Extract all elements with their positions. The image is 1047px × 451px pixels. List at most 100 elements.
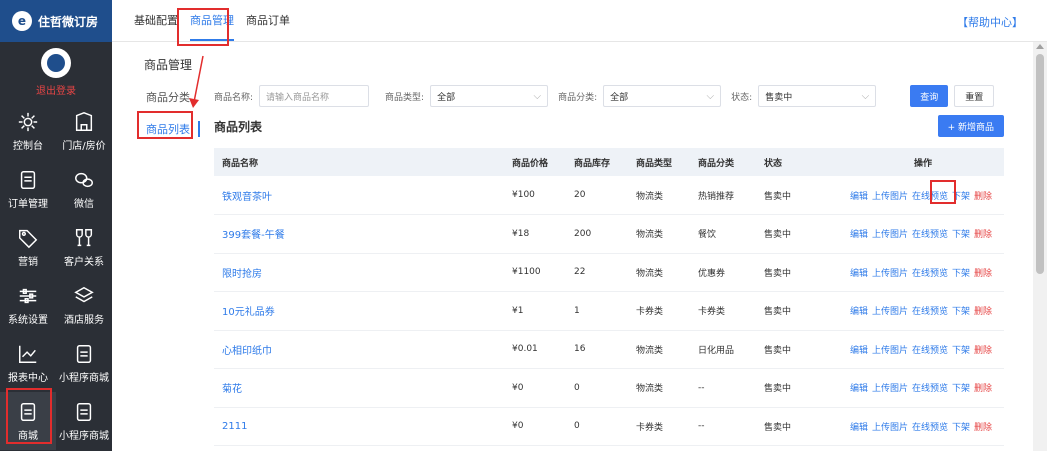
preview-link[interactable]: 在线预览 (912, 384, 948, 394)
edit-link[interactable]: 编辑 (850, 384, 868, 394)
add-product-button[interactable]: + 新增商品 (937, 115, 1004, 137)
delete-link[interactable]: 删除 (974, 307, 992, 317)
delete-link[interactable]: 删除 (974, 192, 992, 202)
top-nav: 基础配置 商品管理 商品订单 【帮助中心】 (112, 0, 1047, 42)
offshelf-link[interactable]: 下架 (952, 346, 970, 356)
table-row: 2111 ¥0 0 卡券类 -- 售卖中 编辑 上传图片 在线预览 下架 删除 (214, 407, 1004, 446)
avatar[interactable] (41, 47, 71, 78)
offshelf-link[interactable]: 下架 (952, 192, 970, 202)
preview-link[interactable]: 在线预览 (912, 423, 948, 433)
product-name-link[interactable]: 399套餐-午餐 (214, 215, 504, 254)
edit-link[interactable]: 编辑 (850, 230, 868, 240)
preview-link[interactable]: 在线预览 (912, 346, 948, 356)
product-name-link[interactable]: 心相印纸巾 (214, 330, 504, 369)
upload-image-link[interactable]: 上传图片 (872, 384, 908, 394)
col-actions: 操作 (913, 158, 932, 169)
product-status: 售卖中 (764, 384, 792, 395)
sidebar-item-mall[interactable]: 商城 (0, 392, 56, 450)
product-status: 售卖中 (764, 191, 792, 202)
product-price: ¥18 (512, 228, 530, 239)
upload-image-link[interactable]: 上传图片 (872, 346, 908, 356)
sidebar-item-wechat[interactable]: 微信 (56, 160, 112, 218)
delete-link[interactable]: 删除 (974, 269, 992, 279)
subnav-item-list[interactable]: 商品列表 (124, 121, 200, 137)
product-price: ¥1100 (512, 267, 541, 278)
preview-link[interactable]: 在线预览 (912, 269, 948, 279)
upload-image-link[interactable]: 上传图片 (872, 230, 908, 240)
product-status: 售卖中 (764, 345, 792, 356)
sidebar-item-marketing[interactable]: 营销 (0, 218, 56, 276)
upload-image-link[interactable]: 上传图片 (872, 423, 908, 433)
brand-bar: e 住哲微订房 (0, 0, 112, 42)
edit-link[interactable]: 编辑 (850, 307, 868, 317)
tab-product-orders[interactable]: 商品订单 (240, 0, 296, 41)
product-category: 日化用品 (698, 345, 735, 356)
scroll-up-icon[interactable] (1036, 44, 1044, 49)
row-actions: 编辑 上传图片 在线预览 下架 删除 (834, 253, 1004, 292)
delete-link[interactable]: 删除 (974, 384, 992, 394)
subnav-title: 商品管理 (144, 58, 193, 72)
product-name-link[interactable]: 限时抢房 (214, 253, 504, 292)
sidebar-item-label: 控制台 (13, 140, 43, 152)
filter-type-label: 商品类型: (385, 92, 425, 103)
sidebar-item-label: 营销 (18, 256, 38, 268)
reset-button[interactable]: 重置 (954, 85, 995, 107)
product-name-link[interactable]: 铁观音茶叶 (214, 176, 504, 215)
order-icon (20, 170, 36, 189)
sidebar-item-settings[interactable]: 系统设置 (0, 276, 56, 334)
product-type: 物流类 (636, 268, 664, 279)
scrollbar[interactable] (1033, 42, 1047, 451)
offshelf-link[interactable]: 下架 (952, 423, 970, 433)
delete-link[interactable]: 删除 (974, 230, 992, 240)
status-select[interactable]: 售卖中 ⌵ (758, 85, 877, 107)
upload-image-link[interactable]: 上传图片 (872, 269, 908, 279)
product-name-input[interactable]: 请输入商品名称 (259, 85, 370, 107)
sidebar-item-mini-mall-2[interactable]: 小程序商城 (56, 392, 112, 450)
sidebar-item-dashboard[interactable]: 控制台 (0, 102, 56, 160)
preview-link[interactable]: 在线预览 (912, 230, 948, 240)
offshelf-link[interactable]: 下架 (952, 384, 970, 394)
product-category: 餐饮 (698, 230, 717, 241)
offshelf-link[interactable]: 下架 (952, 307, 970, 317)
secondary-nav: 商品管理 商品分类 商品列表 (124, 56, 200, 137)
product-name-link[interactable]: 10元礼品券 (214, 292, 504, 331)
sidebar-item-store[interactable]: 门店/房价 (56, 102, 112, 160)
product-name-link[interactable]: 菊花 (214, 369, 504, 408)
building-icon (75, 111, 93, 131)
subnav-item-category[interactable]: 商品分类 (124, 89, 200, 105)
sidebar-item-mini-mall[interactable]: 小程序商城 (56, 334, 112, 392)
sidebar-item-crm[interactable]: 客户关系 (56, 218, 112, 276)
filter-name-label: 商品名称: (214, 92, 254, 103)
edit-link[interactable]: 编辑 (850, 346, 868, 356)
product-name-link[interactable]: 2111 (214, 407, 504, 446)
table-header-row: 商品名称 商品价格 商品库存 商品类型 商品分类 状态 操作 (214, 148, 1004, 176)
sidebar-item-reports[interactable]: 报表中心 (0, 334, 56, 392)
scroll-thumb[interactable] (1036, 54, 1044, 274)
delete-link[interactable]: 删除 (974, 346, 992, 356)
product-price: ¥0 (512, 421, 524, 432)
search-button[interactable]: 查询 (910, 85, 949, 107)
help-center-link[interactable]: 【帮助中心】 (957, 14, 1023, 30)
offshelf-link[interactable]: 下架 (952, 269, 970, 279)
tab-basic-config[interactable]: 基础配置 (128, 0, 184, 41)
wechat-icon (75, 172, 93, 187)
edit-link[interactable]: 编辑 (850, 192, 868, 202)
list-title: 商品列表 (214, 119, 263, 134)
tab-product-management[interactable]: 商品管理 (184, 0, 240, 41)
edit-link[interactable]: 编辑 (850, 269, 868, 279)
chevron-down-icon: ⌵ (861, 90, 870, 102)
upload-image-link[interactable]: 上传图片 (872, 192, 908, 202)
delete-link[interactable]: 删除 (974, 423, 992, 433)
sidebar-item-orders[interactable]: 订单管理 (0, 160, 56, 218)
product-type: 物流类 (636, 230, 664, 241)
sidebar-item-hotel-service[interactable]: 酒店服务 (56, 276, 112, 334)
logout-link[interactable]: 退出登录 (36, 82, 76, 97)
edit-link[interactable]: 编辑 (850, 423, 868, 433)
filter-status-label: 状态: (731, 92, 753, 103)
offshelf-link[interactable]: 下架 (952, 230, 970, 240)
product-type-select[interactable]: 全部 ⌵ (430, 85, 549, 107)
preview-link[interactable]: 在线预览 (912, 192, 948, 202)
product-category-select[interactable]: 全部 ⌵ (603, 85, 722, 107)
preview-link[interactable]: 在线预览 (912, 307, 948, 317)
upload-image-link[interactable]: 上传图片 (872, 307, 908, 317)
